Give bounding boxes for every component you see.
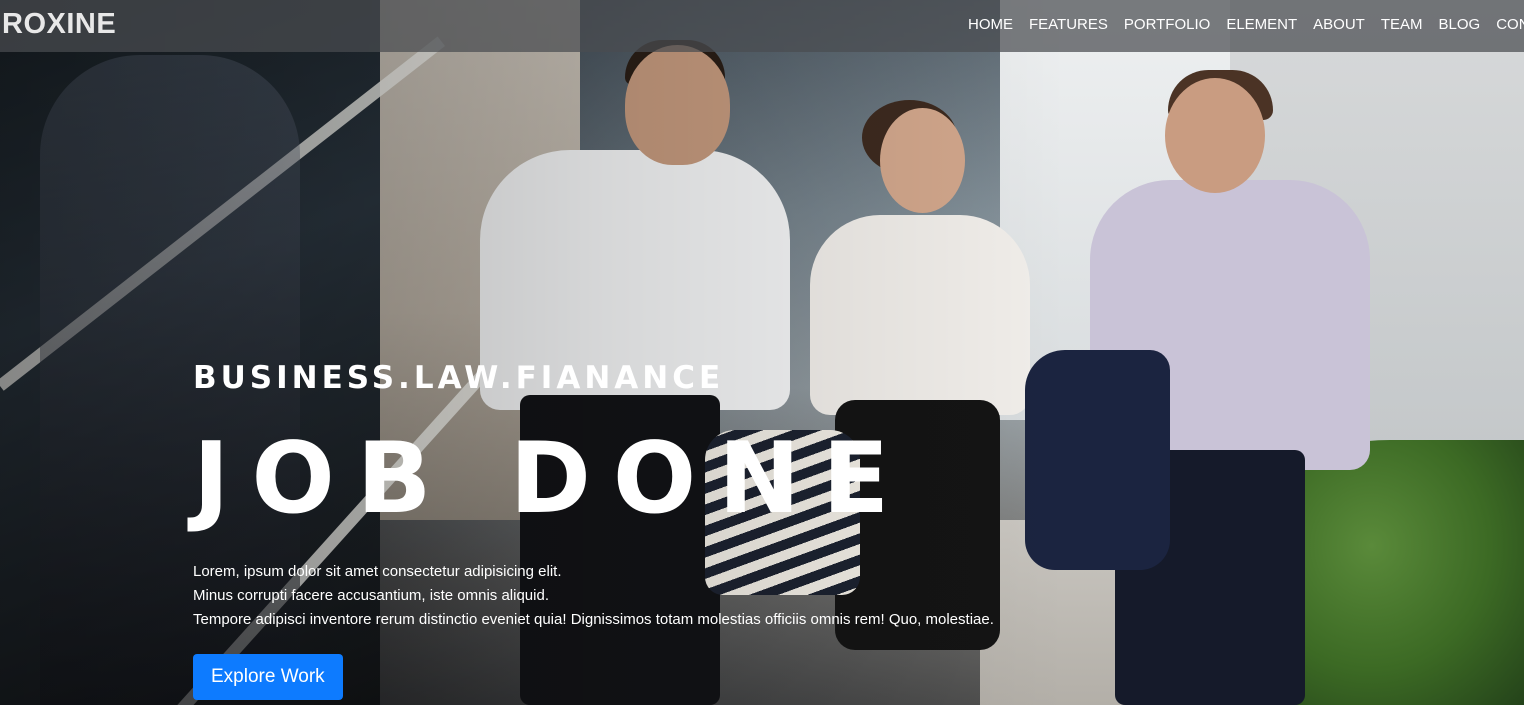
nav-item-home: HOME — [968, 16, 1013, 34]
nav-menu: HOME FEATURES PORTFOLIO ELEMENT ABOUT TE… — [968, 16, 1524, 34]
nav-link-about[interactable]: ABOUT — [1313, 16, 1365, 33]
nav-item-team: TEAM — [1381, 16, 1423, 34]
hero-description-line: Minus corrupti facere accusantium, iste … — [193, 587, 549, 604]
nav-link-portfolio[interactable]: PORTFOLIO — [1124, 16, 1210, 33]
nav-item-portfolio: PORTFOLIO — [1124, 16, 1210, 34]
hero-tagline: BUSINESS.LAW.FIANANCE — [193, 360, 725, 396]
nav-link-blog[interactable]: BLOG — [1439, 16, 1481, 33]
hero-content: BUSINESS.LAW.FIANANCE JOB DONE Lorem, ip… — [193, 358, 994, 700]
explore-work-button[interactable]: Explore Work — [193, 654, 343, 700]
nav-link-team[interactable]: TEAM — [1381, 16, 1423, 33]
hero-description-line: Lorem, ipsum dolor sit amet consectetur … — [193, 563, 562, 580]
hero-description: Lorem, ipsum dolor sit amet consectetur … — [193, 560, 994, 632]
nav-item-features: FEATURES — [1029, 16, 1108, 34]
nav-link-element[interactable]: ELEMENT — [1226, 16, 1297, 33]
hero-description-line: Tempore adipisci inventore rerum distinc… — [193, 611, 994, 628]
hero-headline: JOB DONE — [193, 422, 912, 536]
nav-link-features[interactable]: FEATURES — [1029, 16, 1108, 33]
nav-item-contact: CONTACT — [1496, 16, 1524, 34]
nav-item-about: ABOUT — [1313, 16, 1365, 34]
nav-item-element: ELEMENT — [1226, 16, 1297, 34]
hero-section: ROXINE HOME FEATURES PORTFOLIO ELEMENT A… — [0, 0, 1524, 705]
nav-link-contact[interactable]: CONTACT — [1496, 16, 1524, 33]
nav-link-home[interactable]: HOME — [968, 16, 1013, 33]
brand-logo[interactable]: ROXINE — [2, 8, 116, 41]
nav-item-blog: BLOG — [1439, 16, 1481, 34]
top-navbar: ROXINE HOME FEATURES PORTFOLIO ELEMENT A… — [0, 0, 1524, 52]
